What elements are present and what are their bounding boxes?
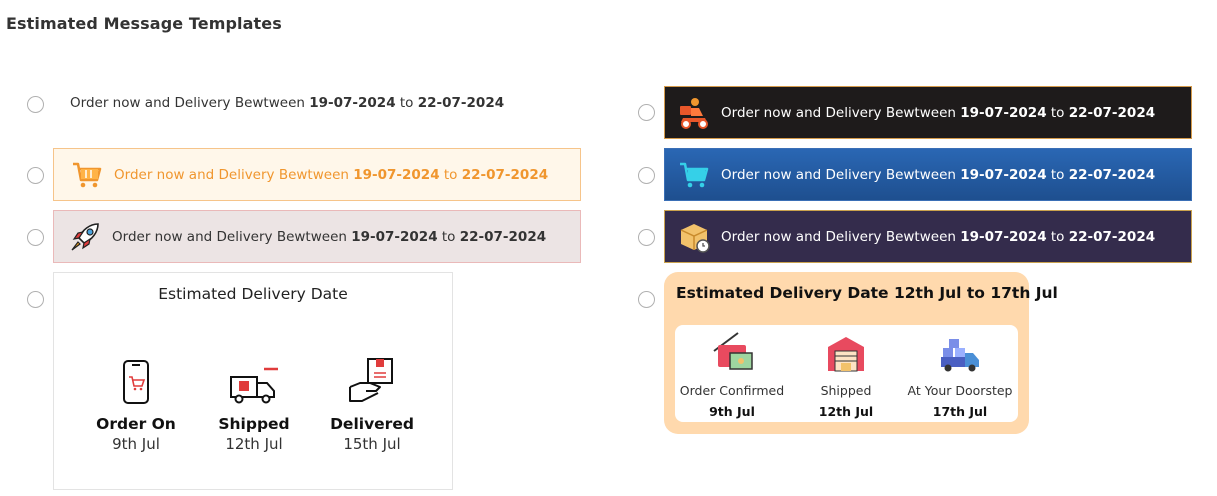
step-label: Order On (96, 415, 176, 433)
step-label: At Your Doorstep (907, 383, 1013, 398)
truck-boxes-icon (941, 339, 979, 372)
message-prefix: Order now and Delivery Bewtween (114, 166, 349, 183)
hand-package-icon (349, 358, 393, 402)
end-date: 22-07-2024 (461, 166, 549, 183)
mobile-cart-icon (123, 360, 149, 404)
start-date: 19-07-2024 (960, 228, 1047, 245)
message-connector: to (441, 228, 456, 245)
end-date: 22-07-2024 (417, 95, 505, 111)
template-radio-8[interactable] (638, 291, 655, 308)
message-connector: to (1050, 228, 1065, 245)
end-date: 22-07-2024 (1068, 166, 1156, 183)
step-date: 12th Jul (225, 435, 283, 453)
step-delivered: Delivered 15th Jul (317, 353, 427, 453)
page-title: Estimated Message Templates (6, 14, 282, 33)
start-date: 19-07-2024 (351, 228, 438, 245)
template-radio-3[interactable] (27, 229, 44, 246)
template-radio-7[interactable] (638, 229, 655, 246)
step-label: Order Confirmed (679, 383, 785, 398)
end-date: 22-07-2024 (1068, 228, 1156, 245)
end-date: 22-07-2024 (459, 228, 547, 245)
template-plain-text: Order now and Delivery Bewtween 19-07-20… (70, 92, 504, 114)
shopping-cart-icon (70, 158, 104, 192)
message-prefix: Order now and Delivery Bewtween (70, 95, 305, 111)
message-connector: to (443, 166, 458, 183)
step-order-confirmed: Order Confirmed 9th Jul (676, 329, 788, 419)
template-rocket: Order now and Delivery Bewtween 19-07-20… (53, 210, 581, 263)
card-steps-panel: Order Confirmed 9th Jul Shipped 12th Jul (675, 325, 1018, 422)
end-date: 22-07-2024 (1068, 104, 1156, 121)
template-radio-4[interactable] (27, 291, 44, 308)
shopping-cart-icon (677, 158, 711, 192)
start-date: 19-07-2024 (309, 95, 396, 111)
template-radio-2[interactable] (27, 167, 44, 184)
step-label: Shipped (218, 415, 290, 433)
step-date: 12th Jul (818, 404, 874, 419)
template-card-orange: Estimated Delivery Date 12th Jul to 17th… (664, 272, 1058, 434)
step-shipped: Shipped 12th Jul (790, 329, 902, 419)
template-orange-cart: Order now and Delivery Bewtween 19-07-20… (53, 148, 581, 201)
template-radio-6[interactable] (638, 167, 655, 184)
step-date: 15th Jul (343, 435, 401, 453)
message-prefix: Order now and Delivery Bewtween (112, 228, 347, 245)
message-connector: to (1050, 166, 1065, 183)
step-label: Shipped (820, 383, 872, 398)
package-clock-icon (677, 220, 711, 254)
start-date: 19-07-2024 (960, 166, 1047, 183)
template-purple-box: Order now and Delivery Bewtween 19-07-20… (664, 210, 1192, 263)
rocket-icon (68, 220, 102, 254)
card-title: Estimated Delivery Date (158, 285, 348, 303)
warehouse-icon (828, 337, 864, 372)
start-date: 19-07-2024 (960, 104, 1047, 121)
delivery-truck-icon (230, 367, 278, 404)
step-date: 9th Jul (709, 404, 755, 419)
message-connector: to (399, 95, 414, 111)
step-date: 17th Jul (932, 404, 988, 419)
message-connector: to (1050, 104, 1065, 121)
message-prefix: Order now and Delivery Bewtween (721, 228, 956, 245)
start-date: 19-07-2024 (353, 166, 440, 183)
template-radio-1[interactable] (27, 96, 44, 113)
template-card-simple: Estimated Delivery Date Order On 9th Jul (53, 272, 453, 490)
card-payment-icon (713, 332, 753, 370)
card-title: Estimated Delivery Date 12th Jul to 17th… (676, 284, 1058, 302)
step-shipped: Shipped 12th Jul (199, 353, 309, 453)
message-prefix: Order now and Delivery Bewtween (721, 166, 956, 183)
template-blue-cart: Order now and Delivery Bewtween 19-07-20… (664, 148, 1192, 201)
template-dark-scooter: Order now and Delivery Bewtween 19-07-20… (664, 86, 1192, 139)
step-date: 9th Jul (112, 435, 160, 453)
step-label: Delivered (330, 415, 414, 433)
message-prefix: Order now and Delivery Bewtween (721, 104, 956, 121)
step-at-your-doorstep: At Your Doorstep 17th Jul (904, 329, 1016, 419)
template-radio-5[interactable] (638, 104, 655, 121)
step-order-on: Order On 9th Jul (81, 353, 191, 453)
delivery-scooter-icon (677, 96, 711, 130)
